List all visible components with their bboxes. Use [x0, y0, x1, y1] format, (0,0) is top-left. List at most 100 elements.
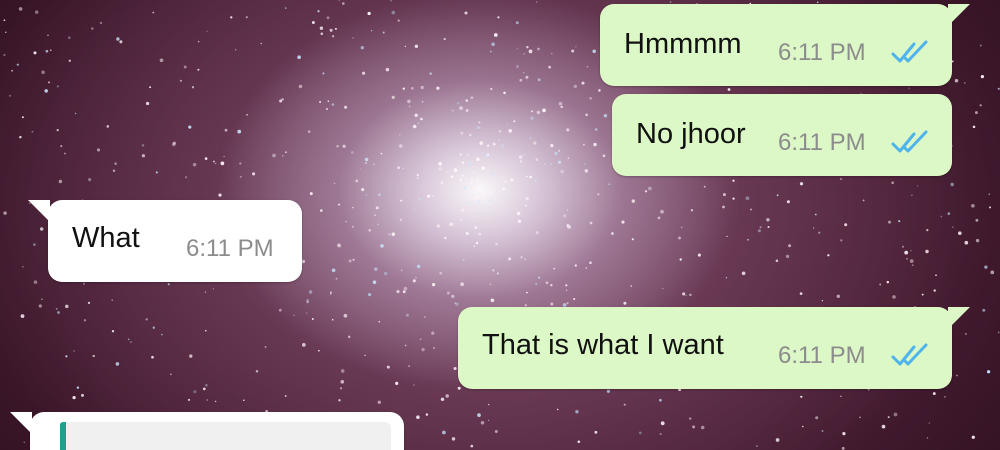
star-dot	[785, 254, 790, 259]
star-dot	[451, 109, 454, 112]
star-dot	[204, 291, 207, 293]
star-dot	[465, 231, 469, 236]
star-dot	[322, 72, 325, 75]
star-dot	[367, 11, 371, 16]
star-dot	[191, 86, 195, 89]
star-dot	[171, 142, 176, 147]
message-bubble-outgoing[interactable]: No jhoor 6:11 PM	[612, 94, 952, 176]
star-dot	[525, 196, 529, 201]
quoted-message-preview[interactable]	[66, 422, 391, 450]
star-dot	[681, 226, 683, 229]
star-dot	[374, 267, 378, 271]
star-dot	[183, 65, 187, 69]
star-dot	[420, 85, 424, 90]
star-dot	[979, 104, 982, 107]
star-dot	[638, 431, 642, 435]
double-check-icon	[891, 130, 928, 153]
star-dot	[412, 279, 416, 283]
star-dot	[161, 333, 163, 336]
star-dot	[382, 31, 385, 34]
star-dot	[594, 128, 598, 131]
star-dot	[305, 312, 308, 314]
star-dot	[732, 179, 735, 182]
star-dot	[517, 219, 521, 223]
star-dot	[368, 229, 371, 232]
star-dot	[399, 218, 403, 222]
star-dot	[508, 257, 512, 261]
star-dot	[67, 36, 71, 40]
star-dot	[816, 1, 819, 4]
star-dot	[149, 86, 152, 89]
star-dot	[284, 395, 287, 397]
star-dot	[436, 224, 440, 228]
star-dot	[212, 160, 215, 163]
star-dot	[421, 347, 425, 352]
star-dot	[453, 366, 457, 371]
star-dot	[23, 441, 26, 443]
star-dot	[660, 421, 665, 426]
star-dot	[320, 209, 323, 212]
star-dot	[351, 151, 354, 154]
star-dot	[18, 7, 23, 11]
star-dot	[197, 40, 200, 43]
star-dot	[492, 142, 496, 146]
star-dot	[745, 196, 750, 201]
star-dot	[184, 176, 188, 179]
star-dot	[33, 51, 37, 55]
star-dot	[732, 197, 735, 200]
star-dot	[402, 87, 405, 90]
star-dot	[925, 249, 929, 254]
star-dot	[582, 143, 585, 146]
star-dot	[516, 65, 519, 68]
star-dot	[608, 183, 610, 185]
star-dot	[594, 430, 598, 434]
star-dot	[385, 67, 390, 72]
message-timestamp: 6:11 PM	[778, 342, 866, 369]
star-dot	[530, 116, 534, 120]
star-dot	[470, 444, 474, 448]
star-dot	[497, 16, 500, 19]
star-dot	[722, 205, 725, 209]
star-dot	[979, 44, 982, 47]
star-dot	[416, 177, 419, 179]
message-bubble-incoming[interactable]: What 6:11 PM	[28, 200, 302, 282]
star-dot	[33, 280, 38, 284]
star-dot	[83, 319, 87, 322]
star-dot	[47, 81, 51, 84]
star-dot	[202, 387, 206, 391]
star-dot	[469, 133, 472, 137]
star-dot	[682, 292, 686, 296]
star-dot	[306, 301, 309, 304]
star-dot	[598, 89, 601, 92]
star-dot	[935, 274, 937, 277]
star-dot	[237, 129, 242, 134]
star-dot	[533, 141, 537, 145]
star-dot	[535, 282, 538, 285]
star-dot	[352, 206, 354, 209]
star-dot	[252, 172, 256, 176]
star-dot	[621, 220, 625, 224]
star-dot	[188, 125, 192, 129]
star-dot	[72, 395, 76, 400]
star-dot	[473, 245, 476, 247]
star-dot	[577, 440, 581, 444]
star-dot	[405, 313, 409, 317]
star-dot	[218, 193, 222, 197]
message-bubble-outgoing[interactable]: Hmmmm 6:11 PM	[600, 4, 970, 86]
star-dot	[972, 125, 976, 129]
star-dot	[776, 194, 779, 197]
star-dot	[550, 302, 554, 306]
star-dot	[881, 424, 886, 429]
star-dot	[426, 194, 431, 198]
star-dot	[309, 192, 313, 196]
star-dot	[502, 187, 506, 191]
star-dot	[205, 329, 207, 332]
message-bubble-outgoing[interactable]: That is what I want 6:11 PM	[458, 307, 970, 389]
star-dot	[722, 193, 726, 197]
star-dot	[264, 345, 267, 348]
message-bubble-incoming-reply[interactable]	[10, 412, 404, 450]
star-dot	[689, 293, 692, 297]
star-dot	[3, 211, 7, 215]
star-dot	[206, 30, 208, 33]
star-dot	[575, 46, 577, 48]
